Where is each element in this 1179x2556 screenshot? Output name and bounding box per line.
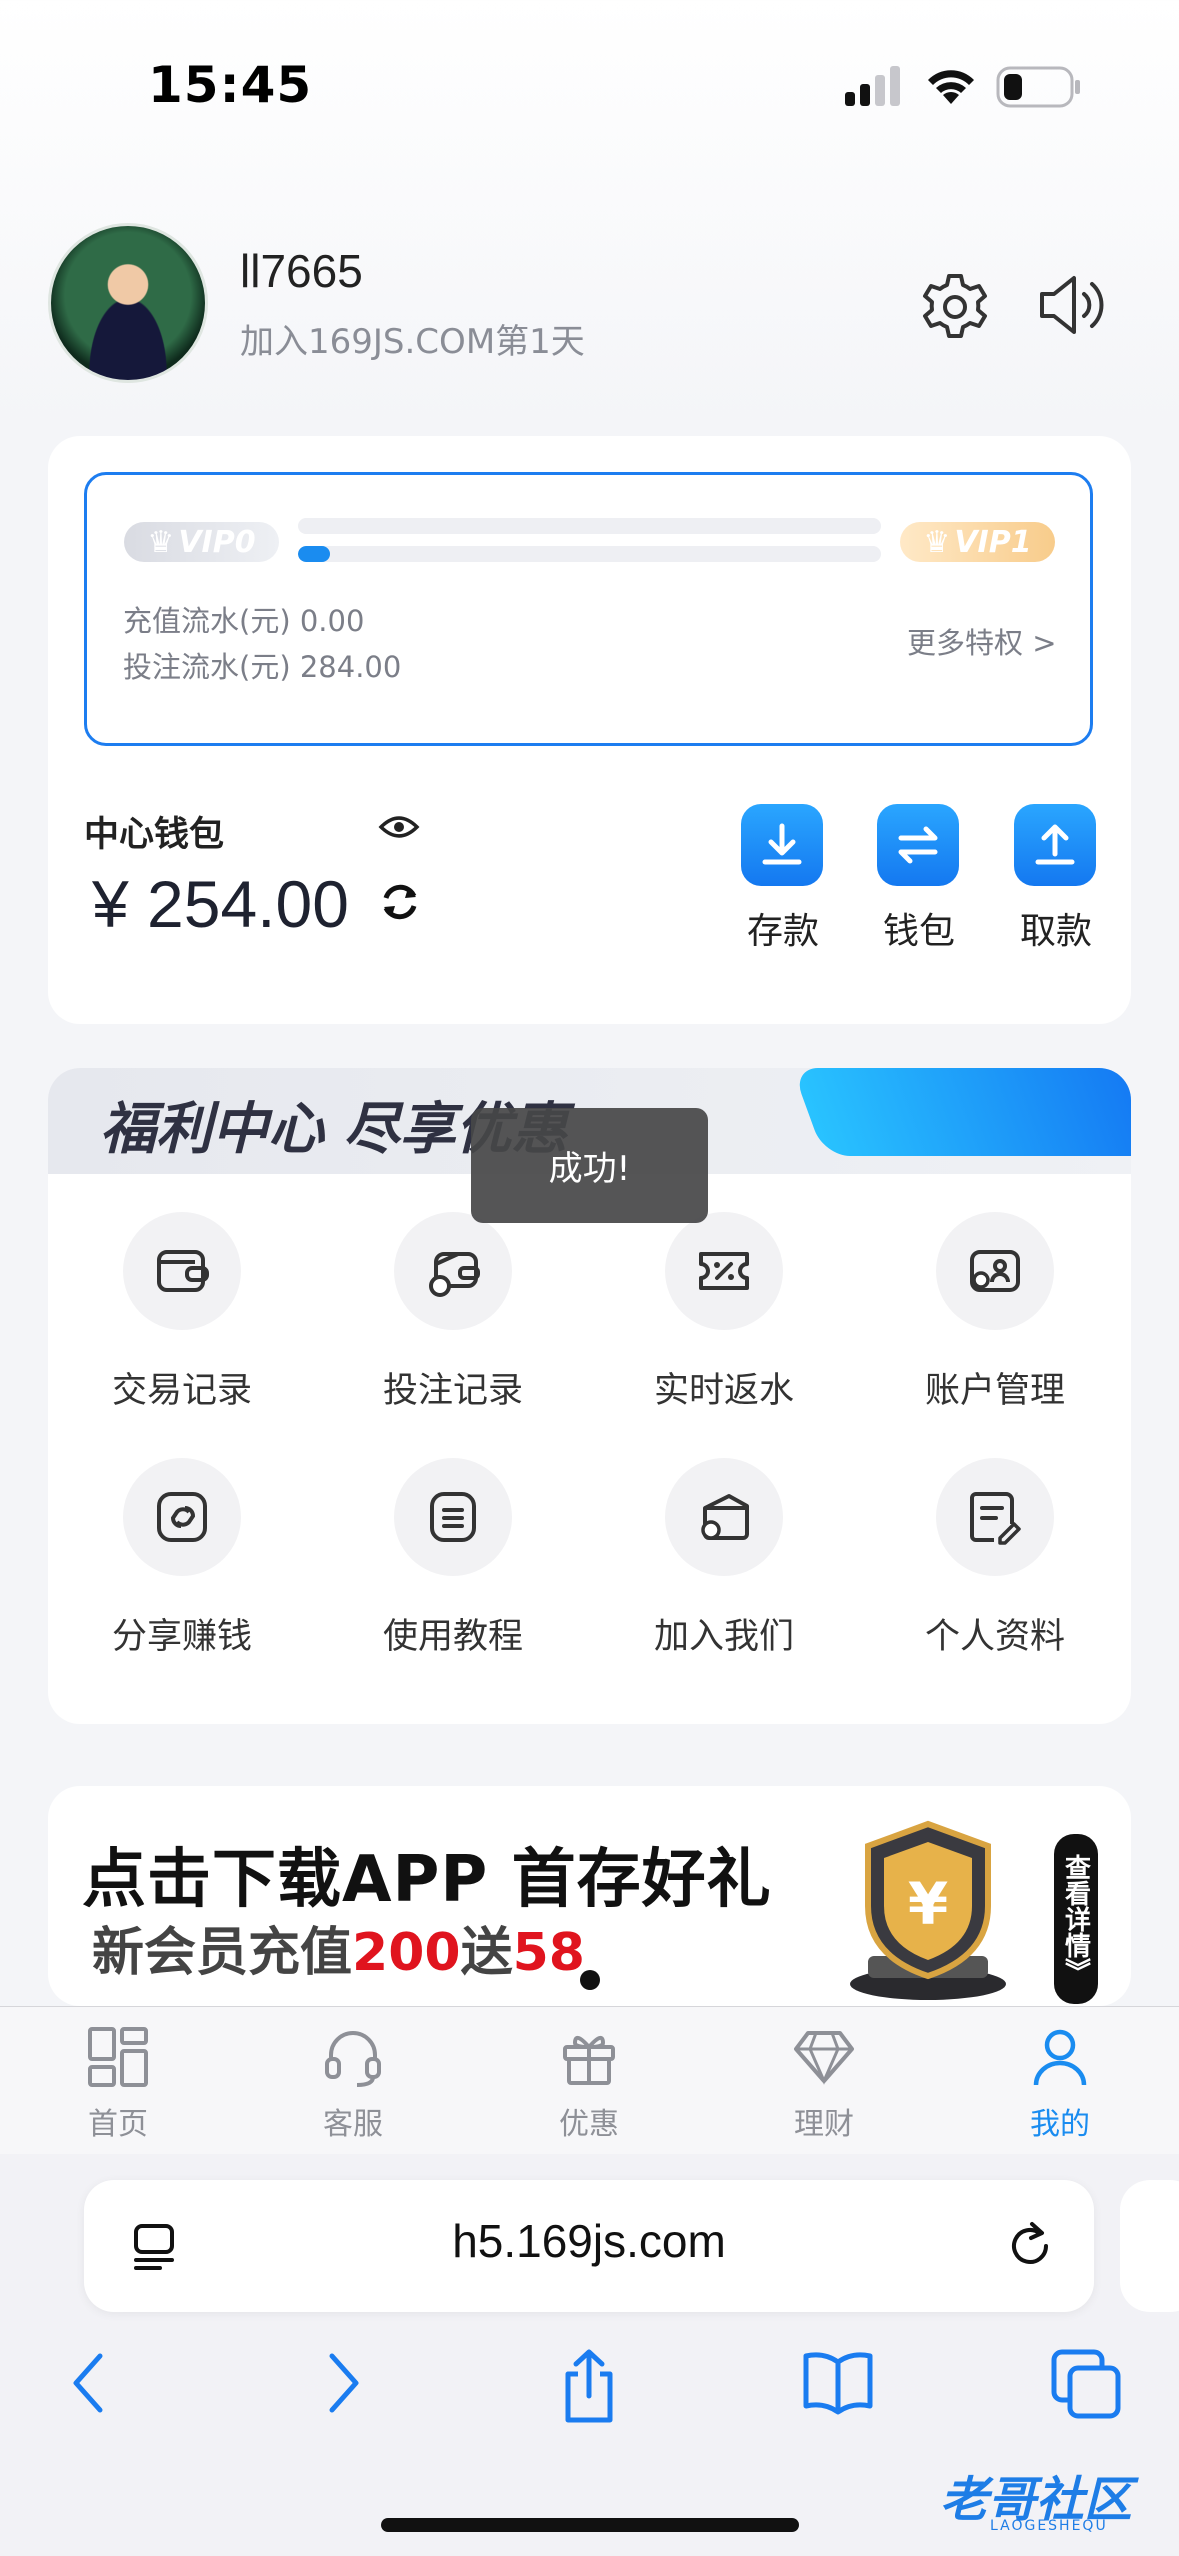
status-bar: 15:45 <box>0 0 1179 150</box>
bet-record-icon <box>394 1212 512 1330</box>
welfare-header-accent <box>791 1068 1131 1156</box>
withdraw-button[interactable]: 取款 <box>1014 804 1098 954</box>
banner-sub-prefix: 新会员充值 <box>92 1923 353 1983</box>
coupon-icon <box>665 1212 783 1330</box>
yuan-shield-icon: ¥ <box>850 1820 1006 2000</box>
vip-next-label: VIP1 <box>954 524 1032 560</box>
wallet-transfer-button[interactable]: 钱包 <box>877 804 961 954</box>
withdraw-label: 取款 <box>1019 911 1092 952</box>
grid-item-profile[interactable]: 个人资料 <box>895 1458 1095 1659</box>
account-card-icon <box>936 1212 1054 1330</box>
tab-finance[interactable]: 理财 <box>744 2025 904 2143</box>
join-bag-icon <box>665 1458 783 1576</box>
wallet-title: 中心钱包 <box>84 815 225 855</box>
banner-title: 点击下载APP 首存好礼 <box>82 1843 772 1917</box>
username: ll7665 <box>240 245 363 297</box>
banner-subtitle: 新会员充值200送58 <box>92 1910 585 1985</box>
grid-item-transactions[interactable]: 交易记录 <box>82 1212 282 1413</box>
vip-current-badge: ♛ VIP0 <box>124 522 279 562</box>
diamond-icon <box>794 2031 854 2085</box>
share-icon[interactable] <box>556 2348 622 2424</box>
tab-label: 客服 <box>323 2107 383 2142</box>
grid-label: 投注记录 <box>382 1371 523 1411</box>
grid-item-share-earn[interactable]: 分享赚钱 <box>82 1458 282 1659</box>
person-icon <box>1033 2029 1087 2086</box>
tab-home[interactable]: 首页 <box>38 2025 198 2143</box>
grid-item-account-management[interactable]: 账户管理 <box>895 1212 1095 1413</box>
tab-label: 优惠 <box>559 2107 619 2142</box>
eye-icon[interactable] <box>378 812 420 842</box>
grid-label: 实时返水 <box>653 1371 794 1411</box>
grid-item-join-us[interactable]: 加入我们 <box>624 1458 824 1659</box>
battery-icon <box>996 66 1080 108</box>
grid-item-tutorial[interactable]: 使用教程 <box>353 1458 553 1659</box>
transfer-icon <box>877 804 959 886</box>
vip-current-label: VIP0 <box>178 524 256 560</box>
view-detail-tag[interactable]: 查看详情》 <box>1054 1834 1098 2004</box>
share-icon <box>123 1458 241 1576</box>
more-privileges-link[interactable]: 更多特权 > <box>907 620 1057 662</box>
speaker-icon[interactable] <box>1036 268 1110 342</box>
watermark-sub: LAOGESHEQU <box>990 2518 1108 2534</box>
upload-icon <box>1014 804 1096 886</box>
profile-doc-icon <box>936 1458 1054 1576</box>
crown-icon: ♛ <box>147 524 175 560</box>
success-toast: 成功! <box>471 1108 708 1223</box>
vip-next-badge: ♛ VIP1 <box>900 522 1055 562</box>
tab-label: 理财 <box>794 2107 854 2142</box>
back-icon[interactable] <box>64 2348 114 2418</box>
grid-label: 账户管理 <box>924 1371 1065 1411</box>
wallet-icon <box>123 1212 241 1330</box>
headset-icon <box>325 2031 381 2087</box>
gift-icon <box>563 2035 615 2085</box>
tab-mine[interactable]: 我的 <box>980 2025 1140 2143</box>
banner-sub-mid: 送 <box>460 1923 513 1983</box>
tab-promotions[interactable]: 优惠 <box>509 2025 669 2143</box>
grid-label: 加入我们 <box>653 1617 794 1657</box>
reload-icon[interactable] <box>1002 2218 1058 2274</box>
bottom-tab-bar: 首页 客服 优惠 理财 我的 <box>0 2006 1179 2155</box>
tab-support[interactable]: 客服 <box>273 2025 433 2143</box>
vip-progress-bar <box>298 546 881 562</box>
banner-sub-amount1: 200 <box>352 1923 461 1983</box>
bookmarks-icon[interactable] <box>800 2348 876 2418</box>
carousel-dot <box>580 1970 600 1990</box>
download-icon <box>741 804 823 886</box>
grid-label: 使用教程 <box>382 1617 523 1657</box>
vip-progress-bar-secondary <box>298 518 881 534</box>
grid-label: 分享赚钱 <box>111 1617 252 1657</box>
tutorial-icon <box>394 1458 512 1576</box>
next-tab-peek[interactable] <box>1120 2180 1179 2312</box>
home-grid-icon <box>88 2027 148 2087</box>
svg-text:¥: ¥ <box>908 1870 948 1938</box>
address-bar[interactable]: h5.169js.com <box>84 2180 1094 2312</box>
wallet-label: 钱包 <box>882 911 955 952</box>
wifi-icon <box>928 70 974 104</box>
bet-flow-text: 投注流水(元) 284.00 <box>123 650 402 684</box>
url-text[interactable]: h5.169js.com <box>84 2214 1094 2268</box>
deposit-label: 存款 <box>746 911 819 952</box>
wallet-balance: ¥ 254.00 <box>92 867 349 941</box>
refresh-icon[interactable] <box>378 880 422 924</box>
grid-label: 个人资料 <box>924 1617 1065 1657</box>
tab-label: 我的 <box>1030 2107 1090 2142</box>
gear-icon[interactable] <box>918 270 992 344</box>
cellular-signal-icon <box>845 66 900 106</box>
deposit-button[interactable]: 存款 <box>741 804 825 954</box>
forward-icon[interactable] <box>318 2348 368 2418</box>
grid-item-rebate[interactable]: 实时返水 <box>624 1212 824 1413</box>
recharge-flow-text: 充值流水(元) 0.00 <box>123 604 365 638</box>
grid-label: 交易记录 <box>111 1371 252 1411</box>
join-days-text: 加入169JS.COM第1天 <box>240 322 585 362</box>
banner-sub-amount2: 58 <box>512 1923 585 1983</box>
avatar[interactable] <box>48 223 208 383</box>
grid-item-bet-records[interactable]: 投注记录 <box>353 1212 553 1413</box>
home-indicator <box>381 2518 799 2532</box>
status-time: 15:45 <box>148 56 313 114</box>
tabs-overview-icon[interactable] <box>1050 2348 1124 2422</box>
crown-icon: ♛ <box>923 524 951 560</box>
vip-progress-fill <box>298 546 331 562</box>
tab-label: 首页 <box>88 2107 148 2142</box>
